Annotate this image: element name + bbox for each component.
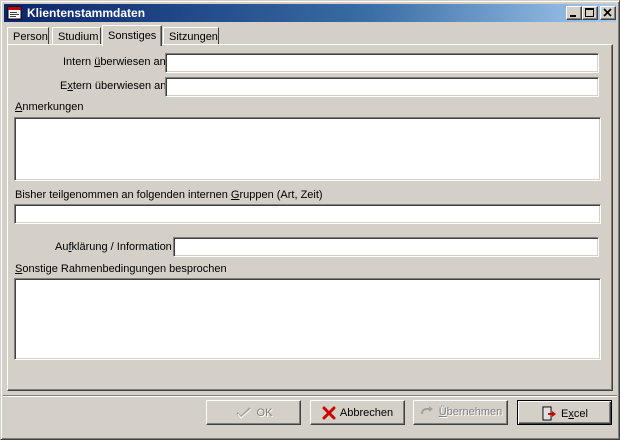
extern-field[interactable] (165, 77, 599, 97)
checkmark-icon (235, 407, 251, 419)
excel-label: Excel (561, 408, 588, 420)
ok-label: OK (256, 407, 273, 419)
intern-field[interactable] (165, 53, 599, 73)
aufklaerung-label: Aufklärung / Information (55, 241, 172, 253)
red-x-icon (322, 406, 336, 420)
maximize-icon (585, 8, 594, 17)
excel-button[interactable]: Excel (517, 400, 612, 425)
rahmen-textarea[interactable] (14, 278, 601, 360)
window-title: Klientenstammdaten (27, 6, 146, 20)
export-door-icon (542, 406, 557, 421)
minimize-icon (570, 15, 576, 17)
apply-arrow-icon (420, 406, 433, 415)
tab-studium[interactable]: Studium (52, 27, 101, 45)
tab-label: Person (13, 31, 48, 43)
tab-sitzungen[interactable]: Sitzungen (163, 27, 219, 45)
cancel-button[interactable]: Abbrechen (310, 400, 405, 425)
title-bar[interactable]: Klientenstammdaten (4, 4, 616, 22)
apply-label: Übernehmen (438, 406, 503, 418)
aufklaerung-field[interactable] (173, 237, 599, 257)
minimize-button[interactable] (566, 6, 582, 20)
tab-person[interactable]: Person (7, 27, 49, 45)
app-window-icon[interactable] (7, 5, 23, 21)
anmerkungen-label: Anmerkungen (15, 101, 84, 113)
close-button[interactable] (600, 6, 616, 20)
tab-sonstiges[interactable]: Sonstiges (102, 25, 162, 46)
intern-label: Intern überwiesen an (63, 56, 166, 68)
gruppen-field[interactable] (14, 204, 601, 224)
anmerkungen-textarea[interactable] (14, 117, 601, 181)
extern-label: Extern überwiesen an (60, 80, 167, 92)
dialog-window: Klientenstammdaten Person Studium Sonsti… (0, 0, 620, 440)
maximize-button[interactable] (582, 6, 598, 20)
ok-button[interactable]: OK (206, 400, 301, 425)
gruppen-label: Bisher teilgenommen an folgenden interne… (15, 189, 323, 201)
close-icon (603, 8, 612, 17)
apply-button[interactable]: Übernehmen (413, 400, 508, 425)
footer-divider (3, 395, 617, 397)
cancel-label: Abbrechen (339, 407, 394, 419)
tab-panel-sonstiges: Intern überwiesen an Extern überwiesen a… (7, 44, 613, 391)
tab-label: Studium (58, 31, 99, 43)
tab-label: Sonstiges (108, 30, 157, 42)
tab-label: Sitzungen (169, 31, 218, 43)
rahmen-label: Sonstige Rahmenbedingungen besprochen (15, 263, 227, 275)
